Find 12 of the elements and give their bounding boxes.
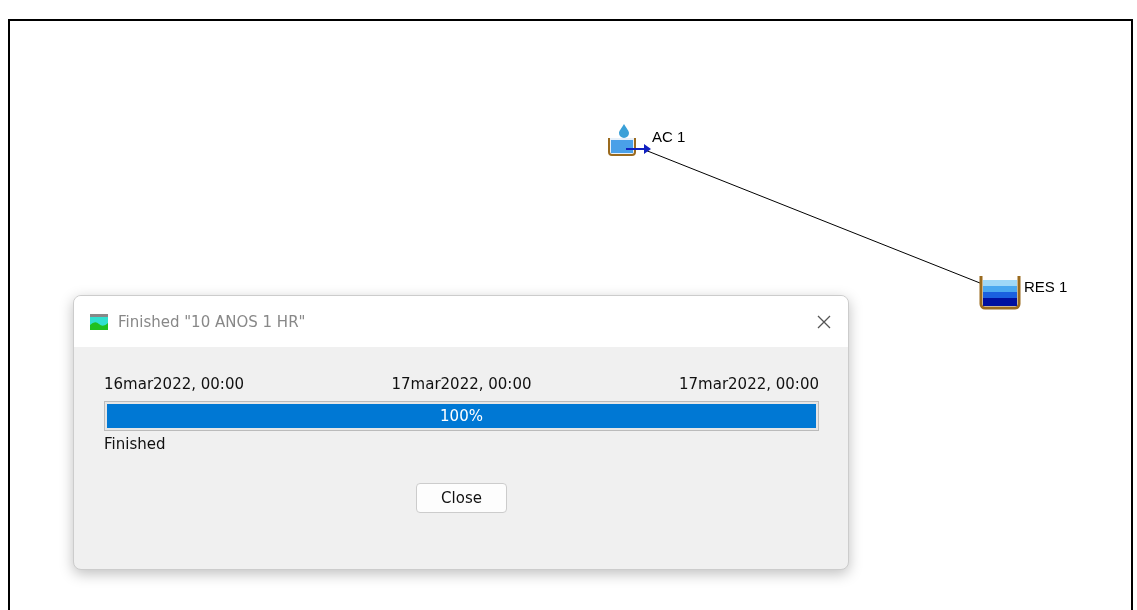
close-button[interactable]: Close xyxy=(416,483,507,513)
node-label: RES 1 xyxy=(1024,278,1068,295)
window-title: Finished "10 ANOS 1 HR" xyxy=(118,312,306,331)
node-label: AC 1 xyxy=(652,128,686,145)
time-label: 17mar2022, 00:00 xyxy=(679,375,819,393)
landscape-icon xyxy=(90,313,108,330)
close-icon[interactable] xyxy=(816,313,832,330)
subbasin-icon[interactable] xyxy=(608,122,652,158)
status-text: Finished xyxy=(104,435,167,453)
time-label: 16mar2022, 00:00 xyxy=(104,375,244,393)
time-label: 17mar2022, 00:00 xyxy=(391,375,532,393)
progress-percent: 100% xyxy=(440,407,483,425)
